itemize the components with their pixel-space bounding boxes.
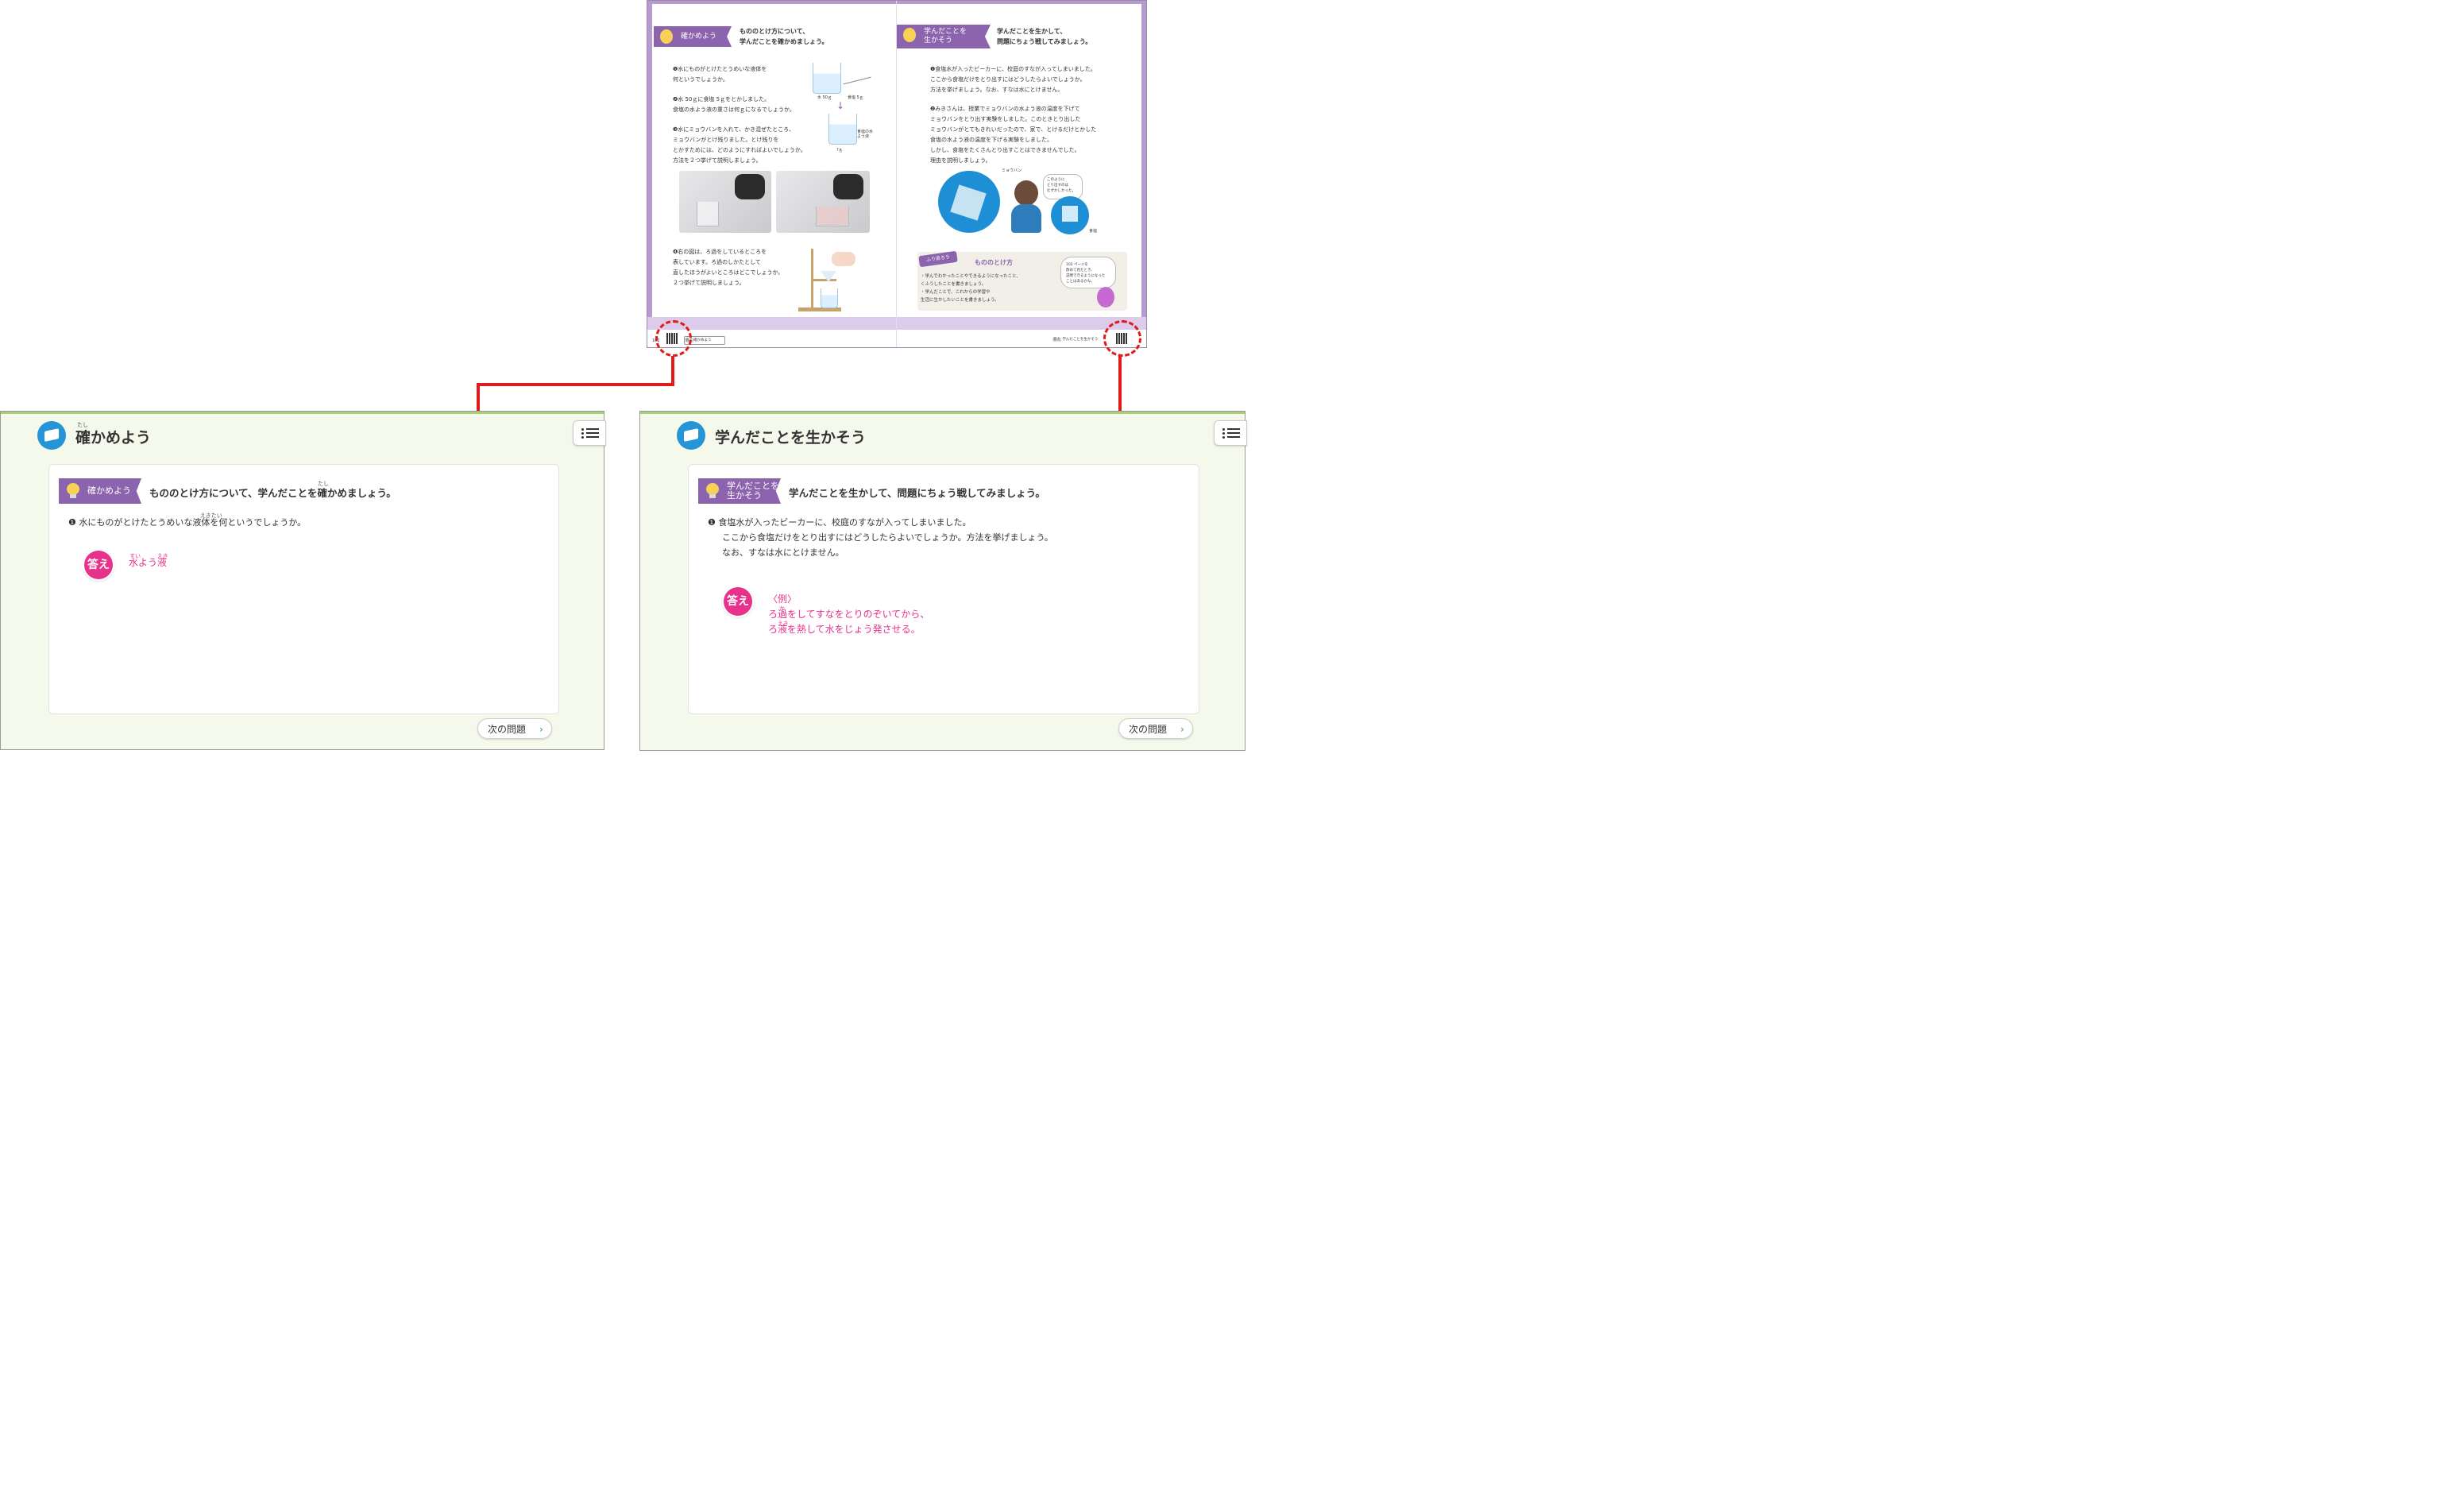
answer-text: 水よう液 bbox=[129, 557, 168, 568]
lightbulb-icon bbox=[903, 28, 916, 42]
fig-solution-label: 食塩の水よう液 bbox=[857, 130, 874, 139]
spread-left-lead: もののとけ方について、 学んだことを確かめましょう。 bbox=[740, 28, 828, 45]
funnel-figure bbox=[821, 271, 836, 282]
card-lead: 学んだことを生かして、問題にちょう戦してみましょう。 bbox=[789, 487, 1045, 499]
reflection-tag: ふり返ろう bbox=[918, 250, 958, 268]
connector-left-horizontal bbox=[477, 383, 674, 386]
answer-badge: 答え bbox=[724, 587, 752, 616]
fig-salt-label: 食塩 5ｇ bbox=[848, 95, 863, 100]
student-illustration bbox=[1014, 180, 1038, 206]
connector-left-vertical-bottom bbox=[477, 383, 480, 412]
spread-left-q3: ❸水にミョウバンを入れて、かき混ぜたところ、 ミョウバンがとけ残りました。とけ残… bbox=[673, 126, 806, 164]
hand-pouring-image bbox=[832, 252, 855, 266]
connector-left-vertical-top bbox=[671, 356, 674, 385]
footer-link-right[interactable]: 答え 学んだことを生かそう bbox=[1052, 336, 1105, 343]
connector-right-vertical bbox=[1118, 356, 1122, 412]
menu-button[interactable] bbox=[1214, 420, 1247, 446]
spread-gutter bbox=[896, 1, 897, 347]
fig-salt-crystal-label: 食塩 bbox=[1089, 229, 1098, 234]
hand-image bbox=[833, 174, 863, 199]
panel-title: 確かめよう bbox=[75, 429, 152, 447]
next-question-button[interactable]: 次の問題 › bbox=[477, 718, 552, 739]
book-icon bbox=[677, 421, 705, 450]
spread-right-q1: ❶食塩水が入ったビーカーに、校庭のすなが入ってしまいました。 ここから食塩だけを… bbox=[930, 66, 1096, 93]
fig-question-label: ?ｇ bbox=[836, 148, 843, 153]
spread-left-q1: ❶水にものがとけたとうめいな液体を 何というでしょうか。 bbox=[673, 66, 767, 83]
book-icon bbox=[37, 421, 66, 450]
highlight-ring-right bbox=[1103, 320, 1141, 357]
list-icon bbox=[581, 428, 584, 431]
filtrate-beaker bbox=[821, 288, 838, 308]
menu-button[interactable] bbox=[573, 420, 606, 446]
photo-stirring bbox=[679, 171, 771, 233]
hand-image bbox=[735, 174, 765, 199]
bowl-image bbox=[816, 207, 849, 226]
fig-water-label: 水 50ｇ bbox=[817, 95, 832, 100]
beaker-figure bbox=[813, 63, 841, 94]
lightbulb-icon bbox=[706, 483, 719, 499]
answer-text: 〈例〉 かろ過をしてすなをとりのぞいてから、 えき ろ液を熱して水をじょう発させる… bbox=[768, 594, 930, 635]
beaker-solution-figure bbox=[828, 114, 857, 145]
next-question-button[interactable]: 次の問題 › bbox=[1118, 718, 1193, 739]
panel-top-accent bbox=[640, 412, 1245, 414]
card-ribbon: 確かめよう bbox=[59, 478, 141, 504]
question-text: ❶ 水にものがとけたとうめいな液体を何というでしょうか。 bbox=[68, 517, 307, 528]
chevron-right-icon: › bbox=[539, 724, 543, 735]
speech-bubble: このように とり出すのは むずかしかった。 bbox=[1043, 174, 1083, 199]
spread-left-ribbon: 確かめよう bbox=[654, 26, 732, 47]
spread-right-lead: 学んだことを生かして、 問題にちょう戦してみましょう。 bbox=[997, 28, 1092, 45]
lightbulb-icon bbox=[660, 29, 673, 44]
panel-title: 学んだことを生かそう bbox=[715, 429, 867, 447]
spread-bottom-band bbox=[647, 317, 1146, 330]
spread-right-ribbon: 学んだことを 生かそう bbox=[897, 25, 991, 48]
answer-panel-right: 学んだことを生かそう 学んだことを 生かそう 学んだことを生かして、問題にちょう戦… bbox=[639, 411, 1247, 751]
alum-crystal-shape bbox=[950, 184, 987, 221]
question-card: 確かめよう たし もののとけ方について、学んだことを確かめましょう。 えきたい … bbox=[48, 464, 559, 714]
card-lead: もののとけ方について、学んだことを確かめましょう。 bbox=[149, 487, 396, 499]
question-card: 学んだことを 生かそう 学んだことを生かして、問題にちょう戦してみましょう。 ❶ … bbox=[688, 464, 1199, 714]
reflection-title: もののとけ方 bbox=[975, 259, 1013, 266]
fig-alum-label: ミョウバン bbox=[1002, 168, 1022, 173]
photo-heating bbox=[776, 171, 870, 233]
mascot-character bbox=[1097, 287, 1114, 307]
reflection-items: ・学んでわかったことやできるようになったこと、 くふうしたことを書きましょう。 … bbox=[921, 274, 1021, 303]
arrow-down-icon: ↓ bbox=[836, 100, 845, 111]
spread-left-q4: ❹右の図は、ろ過をしているところを 表しています。ろ過のしかたとして 直したほう… bbox=[673, 249, 784, 286]
list-icon bbox=[1222, 428, 1225, 431]
student-body bbox=[1011, 204, 1041, 233]
textbook-spread: 確かめよう もののとけ方について、 学んだことを確かめましょう。 ❶水にものがと… bbox=[647, 0, 1147, 357]
answer-badge: 答え bbox=[84, 551, 113, 579]
question-text: ❶ 食塩水が入ったビーカーに、校庭のすなが入ってしまいました。 ここから食塩だけ… bbox=[708, 517, 1053, 558]
salt-crystal-circle bbox=[1051, 196, 1089, 234]
alum-crystal-circle bbox=[938, 171, 1000, 233]
spread-left-q2: ❷水 50ｇに食塩 5ｇをとかしました。 食塩の水よう液の重さは何ｇになるでしょ… bbox=[673, 96, 795, 113]
answer-panel-left: たし 確かめよう 確かめよう たし もののとけ方について、学んだことを確かめまし… bbox=[0, 411, 606, 750]
panel-top-accent bbox=[1, 412, 604, 414]
spread-right-q2: ❷みきさんは、授業でミョウバンの水よう液の温度を下げて ミョウバンをとり出す実験… bbox=[930, 106, 1097, 164]
reflection-bubble: 102 ページを 改めて見たとき、 説明できるようになった ことはあるかな。 bbox=[1060, 257, 1116, 288]
glass-image bbox=[697, 202, 719, 226]
reflection-box: ふり返ろう もののとけ方 ・学んでわかったことやできるようになったこと、 くふう… bbox=[917, 250, 1127, 311]
highlight-ring-left bbox=[655, 320, 692, 357]
lightbulb-icon bbox=[67, 483, 79, 499]
chevron-right-icon: › bbox=[1180, 724, 1184, 735]
card-ribbon: 学んだことを 生かそう bbox=[698, 478, 781, 504]
salt-crystal-shape bbox=[1062, 206, 1078, 222]
